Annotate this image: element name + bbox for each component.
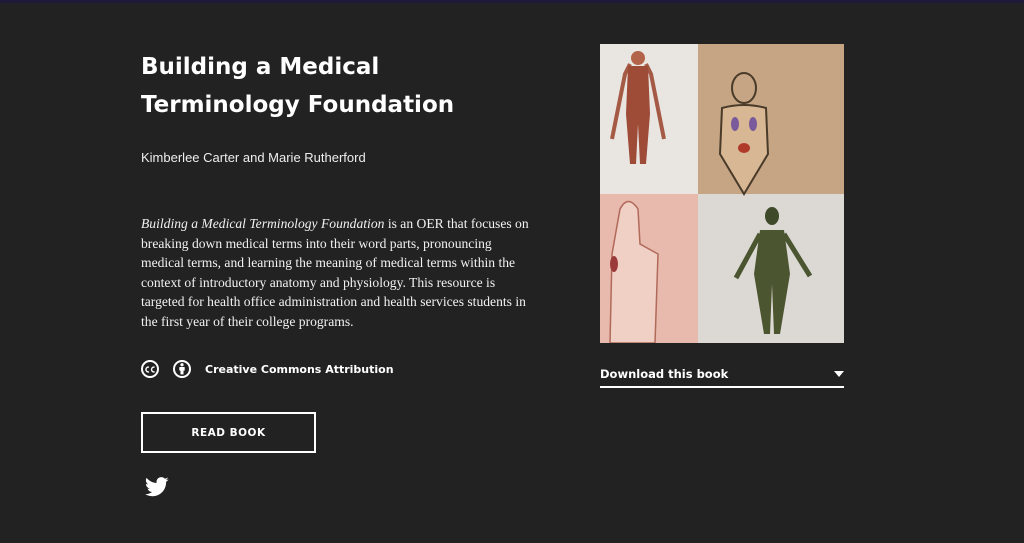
book-title: Building a Medical Terminology Foundatio… bbox=[141, 54, 455, 118]
cc-icon[interactable] bbox=[141, 360, 159, 378]
caret-down-icon[interactable] bbox=[834, 370, 844, 377]
twitter-icon[interactable] bbox=[145, 477, 169, 497]
book-cover-image bbox=[600, 44, 844, 343]
description-title: Building a Medical Terminology Foundatio… bbox=[141, 216, 385, 231]
attribution-icon[interactable] bbox=[173, 360, 191, 378]
license-label[interactable]: Creative Commons Attribution bbox=[205, 363, 394, 376]
book-description: Building a Medical Terminology Foundatio… bbox=[141, 214, 536, 331]
download-book-dropdown[interactable]: Download this book bbox=[600, 361, 844, 388]
book-authors: Kimberlee Carter and Marie Rutherford bbox=[141, 150, 366, 165]
description-text: is an OER that focuses on breaking down … bbox=[141, 216, 529, 329]
download-label[interactable]: Download this book bbox=[600, 367, 728, 381]
license-info: Creative Commons Attribution bbox=[141, 358, 394, 380]
read-book-button[interactable]: READ BOOK bbox=[141, 412, 316, 453]
top-accent-bar bbox=[0, 0, 1024, 3]
